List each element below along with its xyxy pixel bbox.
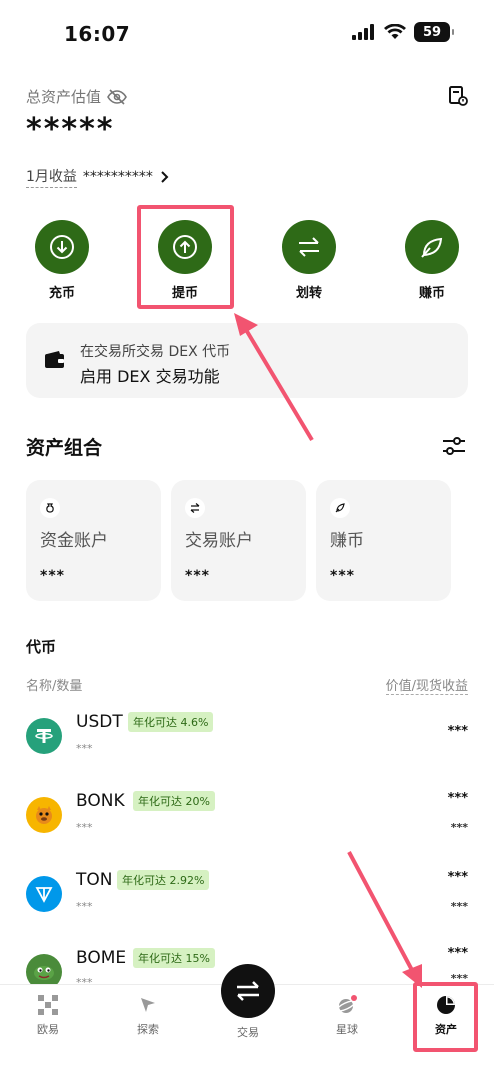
token-row-ton[interactable]: TON 年化可达 2.92% *** *** *** xyxy=(0,862,494,932)
account-name: 资金账户 xyxy=(40,531,108,551)
account-name: 交易账户 xyxy=(185,531,253,551)
wifi-icon xyxy=(384,24,406,39)
status-time: 16:07 xyxy=(64,22,131,46)
dex-banner-title: 启用 DEX 交易功能 xyxy=(80,367,220,386)
tab-okx[interactable]: 欧易 xyxy=(18,995,78,1037)
filter-settings-icon[interactable] xyxy=(442,435,466,457)
account-name: 赚币 xyxy=(330,531,364,551)
portfolio-title: 资产组合 xyxy=(26,437,103,459)
trading-account-card[interactable]: 交易账户 *** xyxy=(171,480,306,601)
monthly-earnings-row[interactable]: 1月收益 ********** xyxy=(26,166,169,188)
tab-label: 探索 xyxy=(137,1023,159,1036)
token-amount: *** xyxy=(76,900,93,913)
eye-hidden-icon[interactable] xyxy=(107,88,127,105)
token-value: *** xyxy=(447,946,468,961)
token-symbol: TON xyxy=(76,870,113,890)
chevron-right-icon xyxy=(161,171,169,183)
monthly-earnings-label: 1月收益 xyxy=(26,166,77,188)
tab-planet[interactable]: 星球 xyxy=(317,995,377,1037)
earn-label: 赚币 xyxy=(418,286,445,301)
token-apy-badge: 年化可达 2.92% xyxy=(117,870,210,890)
tab-label: 星球 xyxy=(336,1023,358,1036)
token-apy-badge: 年化可达 4.6% xyxy=(128,712,214,732)
trade-swap-icon xyxy=(237,981,259,1001)
token-amount: *** xyxy=(76,821,93,834)
trade-button[interactable] xyxy=(221,964,275,1018)
wallet-icon xyxy=(45,351,64,368)
status-icons: 59 xyxy=(352,22,454,42)
account-value: *** xyxy=(185,568,210,584)
token-symbol: BOME xyxy=(76,948,127,968)
token-amount: *** xyxy=(76,742,93,755)
token-value: *** xyxy=(447,724,468,739)
compass-icon xyxy=(141,998,155,1012)
money-bag-icon xyxy=(40,498,60,518)
total-asset-label: 总资产估值 xyxy=(26,88,102,106)
withdraw-highlight-box xyxy=(137,205,234,309)
earn-button[interactable]: 赚币 xyxy=(392,220,472,301)
signal-icon xyxy=(352,24,374,40)
bonk-logo-icon xyxy=(26,797,62,833)
transfer-label: 划转 xyxy=(295,286,322,301)
transfer-button[interactable]: 划转 xyxy=(269,220,349,301)
earn-icon xyxy=(330,498,350,518)
token-apy-badge: 年化可达 15% xyxy=(133,948,215,968)
report-icon[interactable] xyxy=(448,86,468,106)
usdt-logo-icon xyxy=(26,718,62,754)
tab-explore[interactable]: 探索 xyxy=(118,995,178,1037)
status-bar: 16:07 59 xyxy=(0,0,494,64)
token-symbol: BONK xyxy=(76,791,125,811)
total-asset-value: ***** xyxy=(26,112,115,147)
deposit-label: 充币 xyxy=(48,286,75,301)
battery-icon: 59 xyxy=(414,22,454,42)
token-apy-badge: 年化可达 20% xyxy=(133,791,215,811)
ton-logo-icon xyxy=(26,876,62,912)
dex-banner-subtitle: 在交易所交易 DEX 代币 xyxy=(80,344,231,360)
total-asset-label-row: 总资产估值 xyxy=(26,86,127,107)
account-value: *** xyxy=(40,568,65,584)
token-pnl: *** xyxy=(450,900,468,913)
planet-icon xyxy=(336,995,357,1013)
earn-account-card[interactable]: 赚币 *** xyxy=(316,480,451,601)
column-header-name: 名称/数量 xyxy=(26,679,83,694)
funding-account-card[interactable]: 资金账户 *** xyxy=(26,480,161,601)
column-header-value[interactable]: 价值/现货收益 xyxy=(385,675,468,695)
earn-icon xyxy=(405,220,459,274)
transfer-icon xyxy=(282,220,336,274)
assets-tab-highlight-box xyxy=(413,982,478,1052)
quick-actions: 充币 提币 划转 赚币 xyxy=(0,220,494,310)
okx-logo-icon xyxy=(38,995,58,1015)
account-value: *** xyxy=(330,568,355,584)
tab-label: 欧易 xyxy=(37,1023,59,1036)
tokens-title: 代币 xyxy=(26,638,57,656)
token-row-bonk[interactable]: BONK 年化可达 20% *** *** *** xyxy=(0,783,494,853)
token-pnl: *** xyxy=(450,821,468,834)
deposit-button[interactable]: 充币 xyxy=(22,220,102,301)
transfer-icon xyxy=(185,498,205,518)
dex-banner[interactable]: 在交易所交易 DEX 代币 启用 DEX 交易功能 xyxy=(26,323,468,398)
token-value: *** xyxy=(447,870,468,885)
deposit-icon xyxy=(35,220,89,274)
monthly-earnings-value: ********** xyxy=(82,169,153,185)
token-value: *** xyxy=(447,791,468,806)
token-row-usdt[interactable]: USDT 年化可达 4.6% *** *** xyxy=(0,704,494,774)
token-symbol: USDT xyxy=(76,712,123,732)
trade-tab-label: 交易 xyxy=(237,1026,259,1039)
